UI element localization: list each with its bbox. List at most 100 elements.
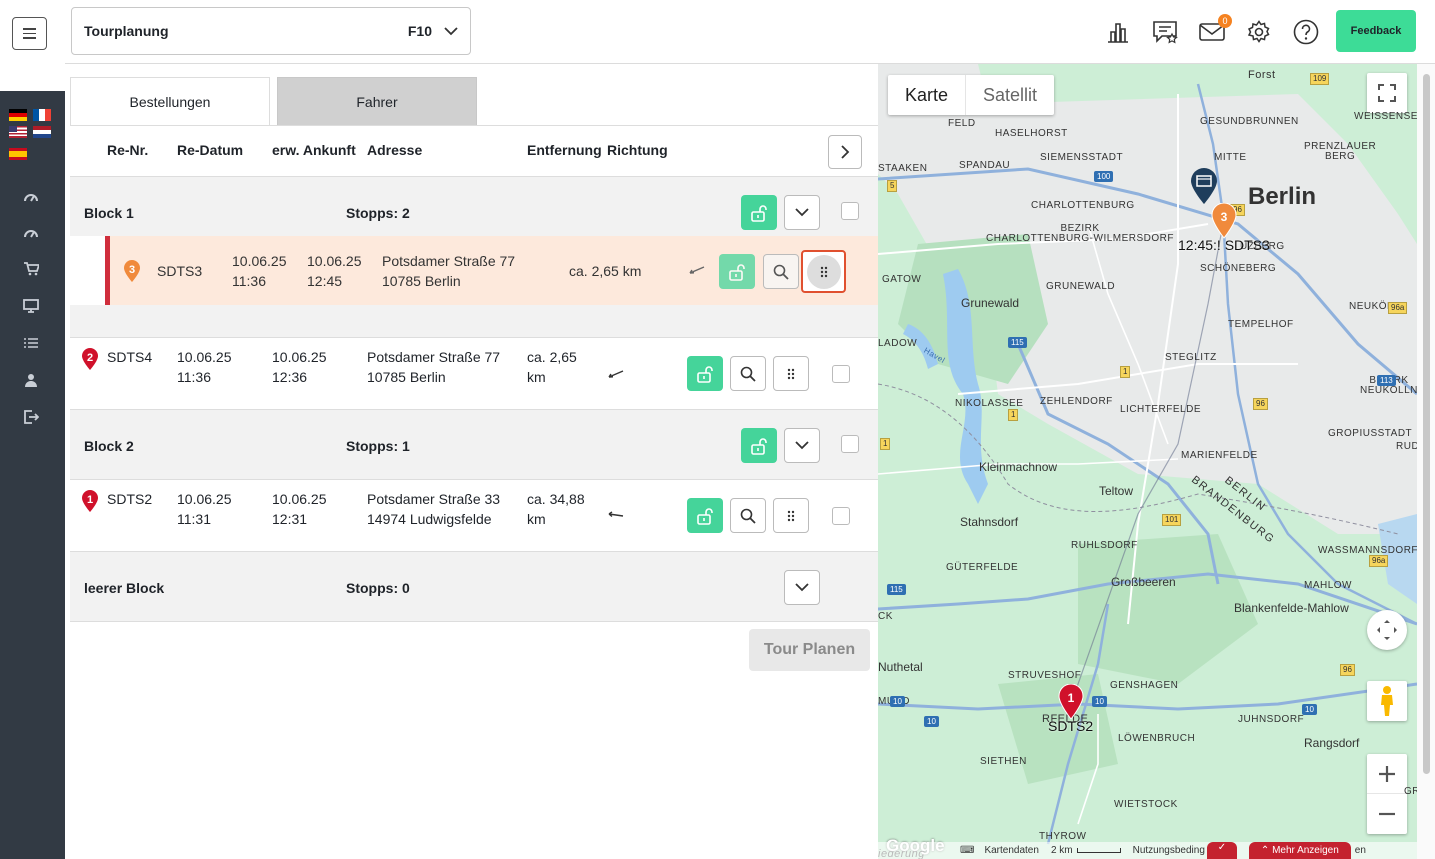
map-type-karte[interactable]: Karte	[888, 75, 965, 115]
settings-gear-icon[interactable]	[1245, 18, 1273, 46]
road-shield: 100	[1094, 171, 1114, 182]
map-label: SIETHEN	[980, 756, 1027, 767]
dashboard-gauge-icon[interactable]	[16, 185, 46, 209]
map-label: ZEHLENDORF	[1040, 396, 1113, 407]
fullscreen-button[interactable]	[1367, 73, 1407, 113]
street-view-button[interactable]	[1367, 681, 1407, 721]
arrival-date: 10.06.25	[307, 253, 362, 269]
page-scrollbar[interactable]	[1417, 64, 1435, 859]
next-page-button[interactable]	[828, 135, 862, 169]
expand-block-button[interactable]	[784, 570, 820, 605]
map-label: CHARLOTTENBURG	[1031, 200, 1135, 211]
unlock-button[interactable]	[687, 498, 723, 533]
arrival-time: 12:31	[272, 511, 308, 527]
map-label: GATOW	[882, 274, 922, 285]
unlock-button[interactable]	[719, 254, 755, 289]
map-label: STRUVESHOF	[1008, 670, 1082, 681]
map-label: LADOW	[878, 338, 918, 349]
tour-select-dropdown[interactable]: Tourplanung F10	[71, 7, 471, 55]
road-shield: 115	[1008, 337, 1027, 348]
map-label: Nuthetal	[878, 660, 923, 674]
menu-toggle-button[interactable]	[12, 17, 47, 50]
block-stops: Stopps: 0	[346, 580, 410, 596]
mail-badge: 0	[1218, 14, 1232, 28]
logout-icon[interactable]	[16, 405, 46, 429]
stop-checkbox[interactable]	[832, 507, 850, 525]
re-date: 10.06.25	[177, 491, 232, 507]
map-label: TEMPELHOF	[1228, 319, 1294, 330]
mehr-anzeigen-label: Mehr Anzeigen	[1272, 845, 1339, 856]
map-pan-button[interactable]	[1367, 610, 1407, 650]
tour-planen-button[interactable]: Tour Planen	[749, 629, 870, 671]
drag-handle-icon	[806, 254, 841, 289]
direction-arrow-icon	[608, 511, 624, 518]
monitor-icon[interactable]	[16, 294, 46, 318]
warehouse-marker-icon	[1191, 168, 1217, 204]
unlock-button[interactable]	[741, 428, 777, 463]
zoom-out-button[interactable]	[1367, 794, 1407, 834]
mail-icon[interactable]: 0	[1198, 14, 1232, 46]
statistics-icon[interactable]	[1104, 18, 1132, 46]
unlock-button[interactable]	[741, 195, 777, 230]
direction-arrow-icon	[608, 370, 624, 378]
tab-bestellungen[interactable]: Bestellungen	[70, 77, 270, 126]
report-button[interactable]: ✓	[1206, 842, 1237, 859]
expand-block-button[interactable]	[784, 195, 820, 230]
table-row: 2 SDTS4 10.06.25 11:36 10.06.25 12:36 Po…	[70, 339, 878, 410]
user-icon[interactable]	[16, 368, 46, 392]
address-city: 14974 Ludwigsfelde	[367, 511, 492, 527]
drag-handle-button[interactable]	[773, 498, 809, 533]
scale-label: 2 km	[1050, 845, 1073, 856]
map-label: GRO	[1404, 786, 1417, 797]
map-label: Blankenfelde-Mahlow	[1234, 601, 1349, 615]
unlock-icon	[729, 263, 745, 281]
road-shield: 1	[1008, 409, 1019, 421]
unlock-icon	[751, 204, 767, 222]
dragged-stop-row[interactable]: 3 SDTS3 10.06.25 11:36 10.06.25 12:45 Po…	[105, 236, 878, 305]
address-street: Potsdamer Straße 33	[367, 491, 501, 507]
distance: ca. 2,65 km	[569, 263, 642, 279]
help-icon[interactable]	[1292, 18, 1320, 46]
distance-unit: km	[527, 511, 546, 527]
tab-fahrer[interactable]: Fahrer	[277, 77, 477, 126]
block-checkbox[interactable]	[841, 202, 859, 220]
road-shield: 115	[887, 584, 906, 595]
map-data-link[interactable]: Kartendaten	[984, 845, 1039, 856]
feedback-button[interactable]: Feedback	[1336, 10, 1416, 52]
stop-checkbox[interactable]	[832, 365, 850, 383]
drag-handle-button[interactable]	[773, 356, 809, 391]
map-label: MITTE	[1214, 152, 1247, 163]
flag-us-icon[interactable]	[9, 126, 27, 138]
keyboard-icon[interactable]: ⌨	[960, 845, 974, 856]
flag-de-icon[interactable]	[9, 109, 27, 121]
map[interactable]: Karte Satellit Forst HASELHORST SIEMENSS…	[878, 64, 1417, 859]
map-label: GROPIUSSTADT	[1328, 428, 1413, 439]
expand-block-button[interactable]	[784, 428, 820, 463]
map-label: STEGLITZ	[1165, 352, 1217, 363]
scrollbar-thumb[interactable]	[1423, 74, 1430, 774]
search-button[interactable]	[730, 498, 766, 533]
block-checkbox[interactable]	[841, 435, 859, 453]
zoom-in-button[interactable]	[1367, 754, 1407, 794]
cart-icon[interactable]	[16, 257, 46, 281]
drag-handle-button[interactable]	[801, 250, 846, 293]
map-type-satellit[interactable]: Satellit	[965, 75, 1054, 115]
unlock-button[interactable]	[687, 356, 723, 391]
fullscreen-icon	[1378, 84, 1396, 102]
re-time: 11:36	[177, 369, 211, 385]
drag-handle-icon	[787, 510, 795, 521]
search-button[interactable]	[730, 356, 766, 391]
sidebar	[0, 0, 65, 859]
mehr-anzeigen-button[interactable]: ⌃ Mehr Anzeigen	[1248, 842, 1351, 859]
map-footer: ⌨ Kartendaten 2 km Nutzungsbeding ✓ ⌃ Me…	[878, 842, 1417, 859]
flag-fr-icon[interactable]	[33, 109, 51, 121]
search-button[interactable]	[763, 254, 799, 289]
rating-chat-icon[interactable]	[1151, 18, 1179, 46]
column-header-ankunft: erw. Ankunft	[272, 142, 356, 158]
terms-link[interactable]: Nutzungsbeding	[1133, 845, 1205, 856]
flag-nl-icon[interactable]	[33, 126, 51, 138]
speed-gauge-icon[interactable]	[16, 221, 46, 245]
list-icon[interactable]	[16, 331, 46, 355]
flag-es-icon[interactable]	[9, 148, 27, 160]
address-city: 10785 Berlin	[367, 369, 446, 385]
